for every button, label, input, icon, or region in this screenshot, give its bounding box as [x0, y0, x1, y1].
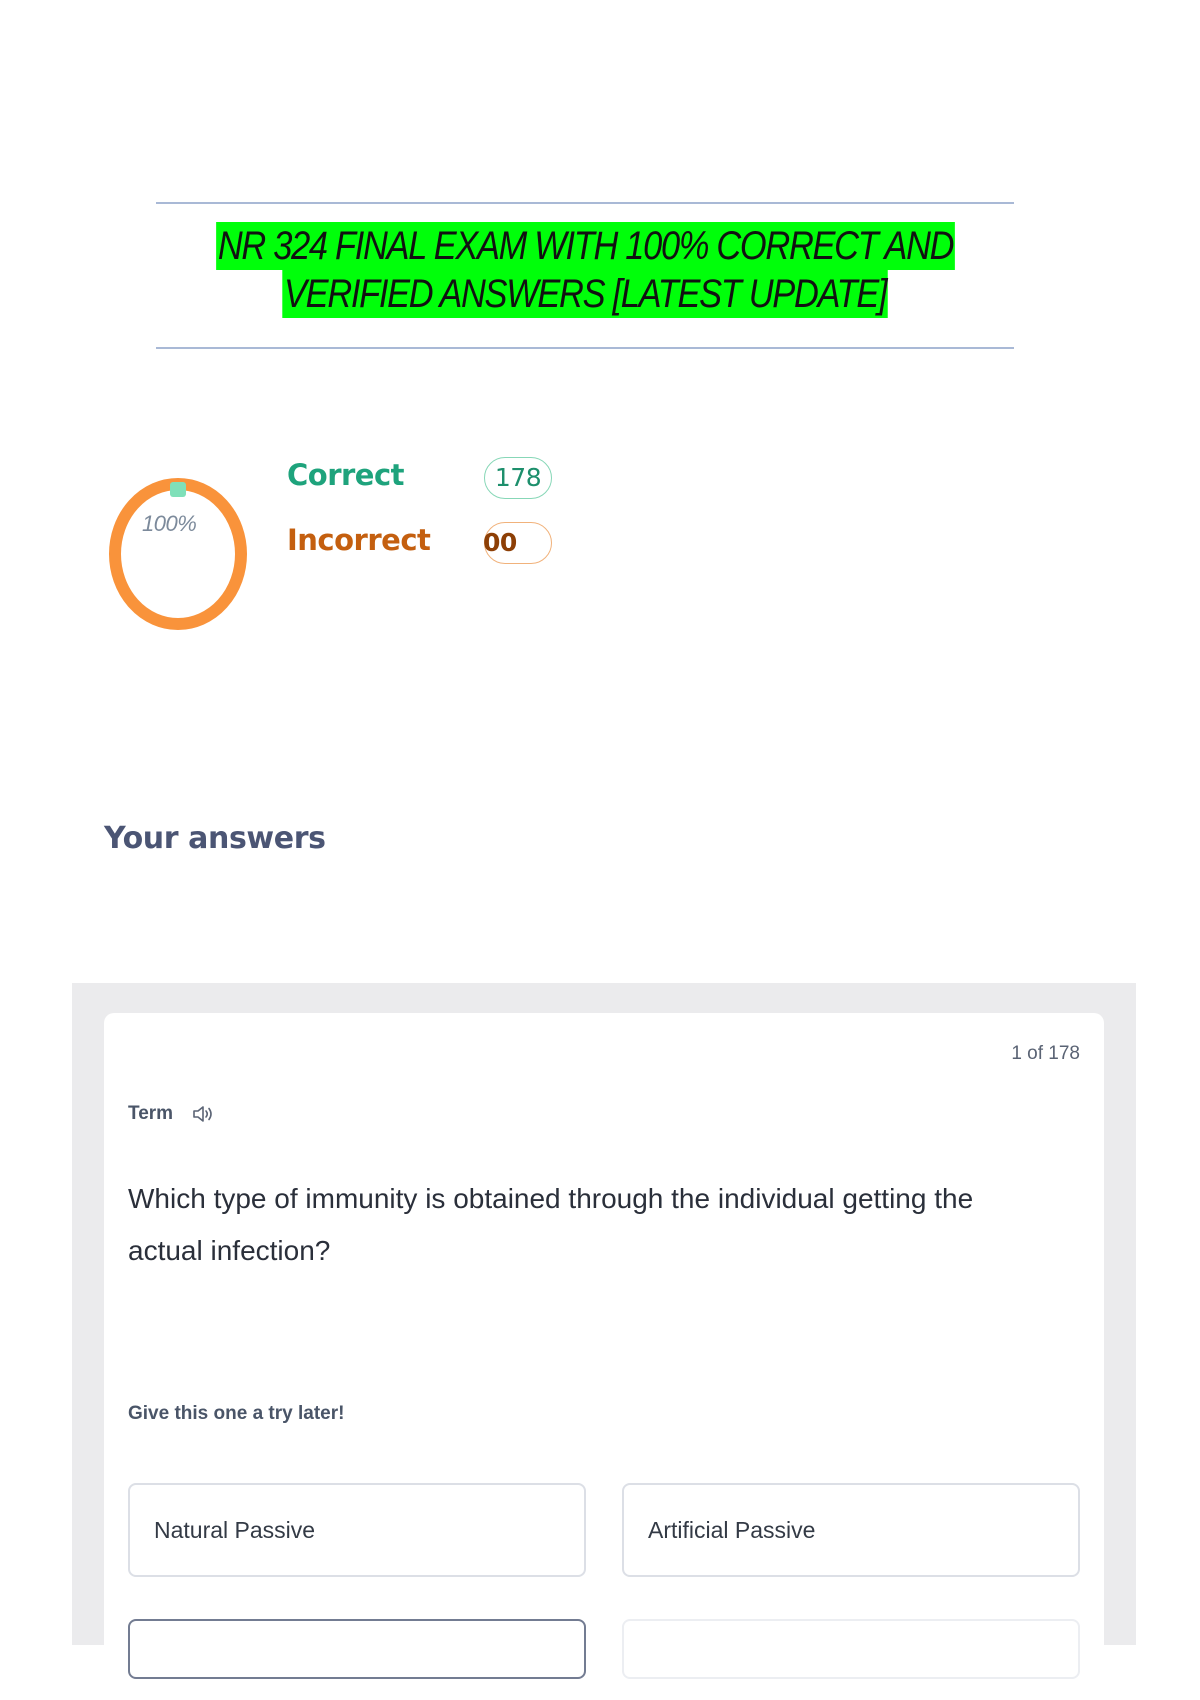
try-later-hint: Give this one a try later!	[128, 1403, 345, 1424]
title-top-rule	[156, 202, 1014, 204]
answer-option-natural-passive[interactable]: Natural Passive	[128, 1483, 586, 1577]
speaker-icon-svg	[193, 1106, 212, 1122]
score-donut-marker	[170, 482, 186, 497]
correct-count-badge: 178	[484, 457, 552, 499]
term-row: Term	[128, 1103, 215, 1125]
answer-option-3[interactable]	[128, 1619, 586, 1679]
speaker-icon[interactable]	[191, 1103, 215, 1125]
document-title: NR 324 FINAL EXAM WITH 100% CORRECT AND …	[156, 222, 1014, 318]
answer-option-artificial-passive[interactable]: Artificial Passive	[622, 1483, 1080, 1577]
question-counter: 1 of 178	[1011, 1043, 1080, 1064]
question-text: Which type of immunity is obtained throu…	[128, 1183, 974, 1266]
score-donut-chart	[106, 476, 250, 632]
answer-option-4[interactable]	[622, 1619, 1080, 1679]
title-bottom-rule	[156, 347, 1014, 349]
score-donut-svg	[109, 478, 247, 630]
correct-label: Correct	[287, 458, 405, 492]
question-card: 1 of 178 Term Which type of immunity is …	[104, 1013, 1104, 1679]
document-title-line-2: VERIFIED ANSWERS [LATEST UPDATE]	[282, 270, 888, 318]
score-percent-label: 100%	[142, 511, 197, 536]
term-label: Term	[128, 1103, 174, 1124]
your-answers-heading: Your answers	[104, 821, 326, 856]
score-donut-ring	[109, 478, 247, 630]
incorrect-label: Incorrect	[287, 523, 431, 557]
incorrect-count-badge: 00	[483, 522, 552, 564]
document-title-line-1: NR 324 FINAL EXAM WITH 100% CORRECT AND	[216, 222, 955, 270]
quiz-results-page: NR 324 FINAL EXAM WITH 100% CORRECT AND …	[0, 0, 1200, 1700]
